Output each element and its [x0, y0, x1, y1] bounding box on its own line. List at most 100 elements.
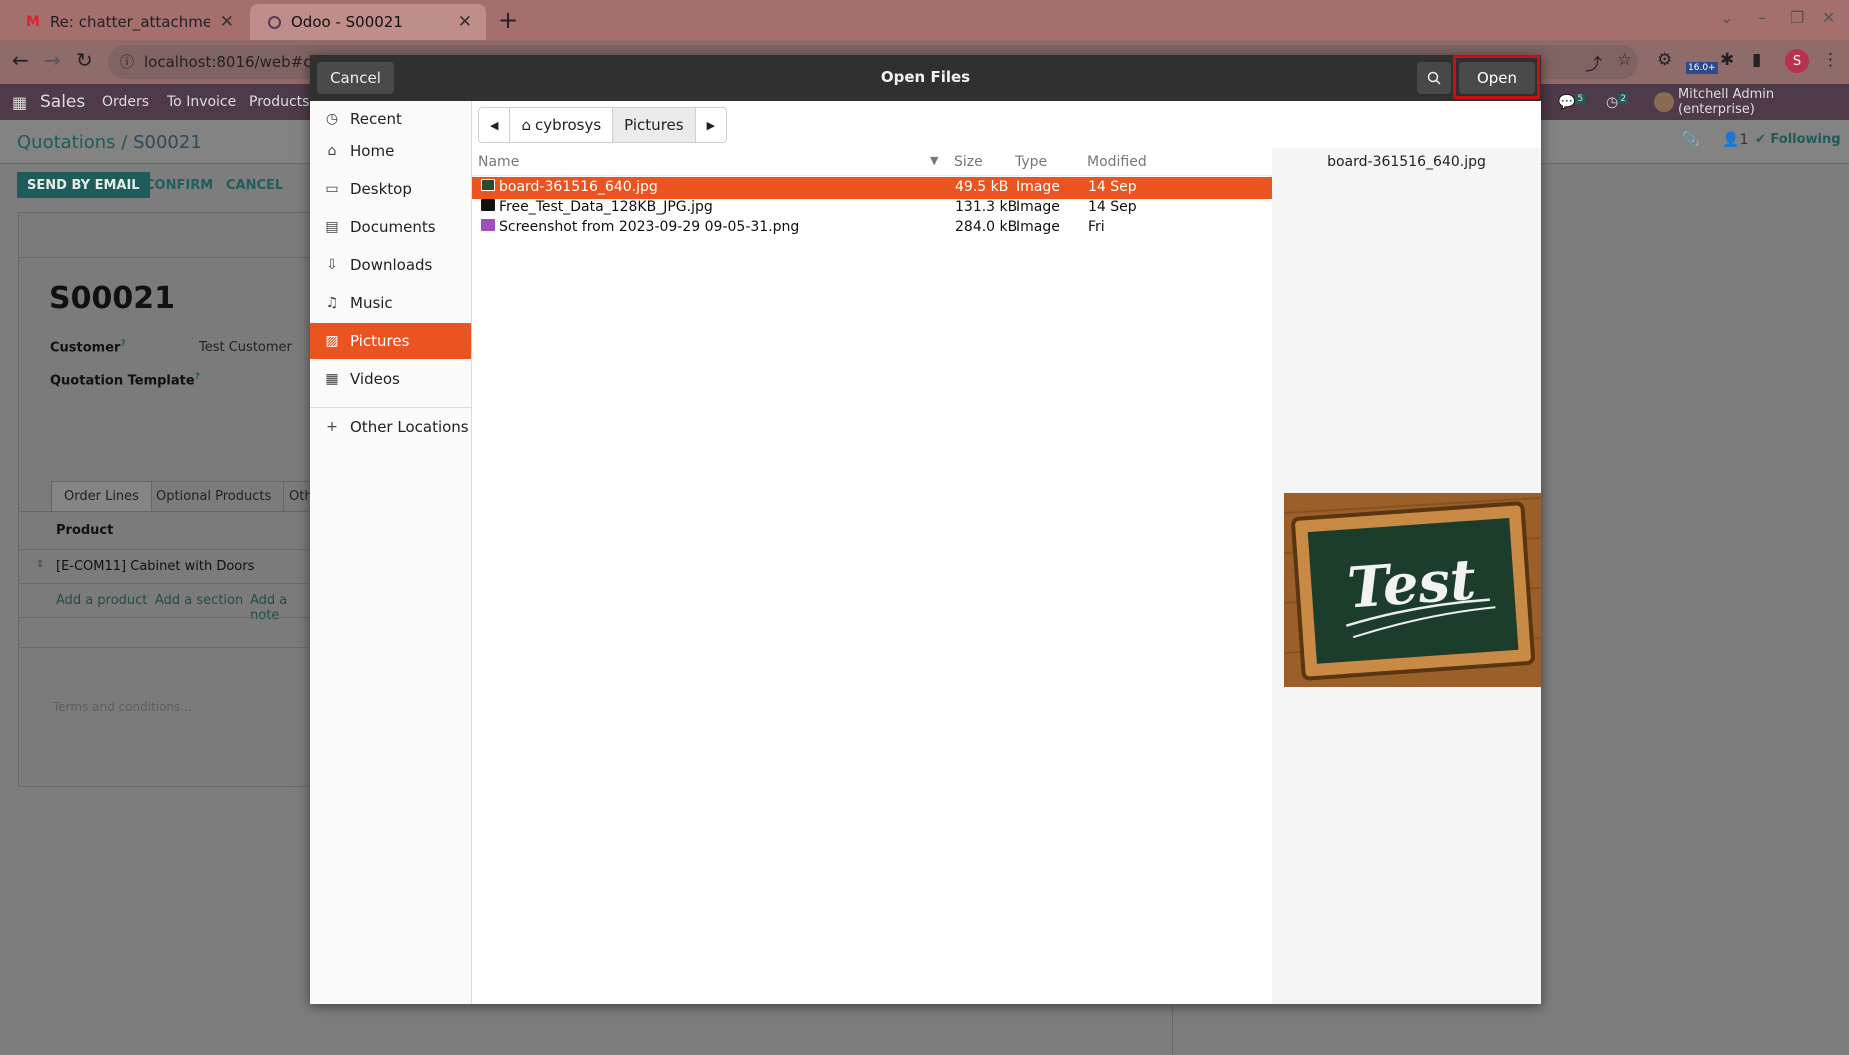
file-size: 284.0 kB	[955, 219, 1018, 235]
star-icon[interactable]: ☆	[1617, 50, 1632, 70]
profile-avatar[interactable]: S	[1785, 49, 1809, 73]
template-label: Quotation Template?	[50, 372, 200, 388]
sidebar-item-label: Music	[350, 294, 393, 312]
messages-icon[interactable]: 💬 5	[1558, 93, 1586, 110]
video-icon: ▦	[325, 371, 339, 387]
tab-optional-products[interactable]: Optional Products	[144, 481, 285, 511]
menu-orders[interactable]: Orders	[102, 94, 149, 110]
terms-field[interactable]: Terms and conditions...	[53, 700, 192, 714]
close-window-icon[interactable]: ✕	[1822, 8, 1835, 27]
file-modified: 14 Sep	[1088, 199, 1137, 215]
file-type: Image	[1016, 179, 1060, 195]
breadcrumb-quotations[interactable]: Quotations	[17, 132, 116, 153]
back-icon[interactable]: ←	[12, 48, 29, 72]
dialog-title: Open Files	[880, 68, 971, 86]
column-modified[interactable]: Modified	[1087, 154, 1147, 170]
file-name: board-361516_640.jpg	[499, 179, 658, 195]
browser-tab-odoo[interactable]: Odoo - S00021 ✕	[250, 4, 486, 40]
sidebar-item-videos[interactable]: ▦ Videos	[310, 361, 471, 397]
file-list-header: Name ▼ Size Type Modified	[472, 148, 1272, 176]
sidebar-item-home[interactable]: ⌂ Home	[310, 133, 471, 169]
share-icon[interactable]: ⤴	[1585, 50, 1602, 75]
activity-icon[interactable]: ◷ 2	[1606, 93, 1628, 110]
close-icon[interactable]: ✕	[458, 12, 472, 32]
extension-icon[interactable]: ⚙	[1657, 50, 1672, 70]
chevron-down-icon[interactable]: ⌄	[1720, 8, 1733, 27]
home-icon: ⌂	[521, 116, 531, 134]
more-icon[interactable]: ⋮	[1822, 50, 1839, 70]
file-row[interactable]: Free_Test_Data_128KB_JPG.jpg 131.3 kB Im…	[472, 197, 1272, 219]
user-name[interactable]: Mitchell Admin (enterprise)	[1678, 87, 1849, 117]
odoo-version-badge[interactable]: 16.0+	[1686, 62, 1718, 74]
forward-icon[interactable]: →	[44, 48, 61, 72]
restore-icon[interactable]: ❐	[1790, 8, 1804, 27]
plus-icon: +	[326, 419, 338, 435]
column-name[interactable]: Name	[478, 154, 519, 170]
followers-number: 1	[1739, 132, 1749, 148]
add-product-link[interactable]: Add a product	[56, 593, 147, 608]
help-mark: ?	[120, 339, 126, 349]
menu-to-invoice[interactable]: To Invoice	[167, 94, 236, 110]
path-forward-button[interactable]: ▶	[696, 108, 726, 142]
apps-grid-icon[interactable]: ▦	[12, 93, 27, 112]
breadcrumb-separator: /	[121, 132, 128, 153]
close-icon[interactable]: ✕	[220, 12, 234, 32]
sidepanel-icon[interactable]: ▮	[1752, 50, 1761, 70]
lines-header: Product	[19, 511, 317, 549]
sidebar-item-label: Documents	[350, 218, 436, 236]
file-size: 49.5 kB	[955, 179, 1009, 195]
product-line-name[interactable]: [E-COM11] Cabinet with Doors	[56, 559, 254, 574]
user-avatar[interactable]	[1654, 92, 1674, 112]
paperclip-icon[interactable]: 📎	[1682, 132, 1699, 148]
cancel-order-button[interactable]: CANCEL	[216, 172, 293, 198]
chevron-left-icon: ◀	[490, 118, 499, 132]
breadcrumb: Quotations / S00021	[17, 132, 202, 153]
chalkboard-picture: Test	[1284, 493, 1541, 687]
column-type[interactable]: Type	[1015, 154, 1047, 170]
empty-row	[19, 617, 317, 647]
table-row[interactable]: ⇕ [E-COM11] Cabinet with Doors	[19, 549, 317, 583]
sidebar-item-documents[interactable]: ▤ Documents	[310, 209, 471, 245]
drag-handle-icon[interactable]: ⇕	[36, 559, 44, 570]
search-icon	[1427, 71, 1441, 85]
followers-count[interactable]: 👤1	[1722, 132, 1748, 148]
following-button[interactable]: ✔ Following	[1755, 132, 1841, 147]
reload-icon[interactable]: ↻	[76, 48, 93, 72]
tab-order-lines[interactable]: Order Lines	[51, 481, 152, 511]
menu-products[interactable]: Products	[249, 94, 309, 110]
sort-down-icon[interactable]: ▼	[930, 154, 938, 167]
sidebar-item-downloads[interactable]: ⇩ Downloads	[310, 247, 471, 283]
puzzle-icon[interactable]: ✱	[1720, 50, 1734, 70]
add-section-link[interactable]: Add a section	[155, 593, 243, 608]
info-icon: ⓘ	[120, 55, 134, 71]
add-links-row: Add a product Add a section Add a note	[19, 583, 317, 623]
confirm-button[interactable]: CONFIRM	[135, 172, 223, 198]
dialog-search-button[interactable]	[1417, 62, 1451, 94]
file-row[interactable]: Screenshot from 2023-09-29 09-05-31.png …	[472, 217, 1272, 239]
file-modified: Fri	[1088, 219, 1105, 235]
new-tab-icon[interactable]: +	[498, 6, 518, 34]
minimize-icon[interactable]: –	[1758, 8, 1766, 27]
home-icon: ⌂	[327, 143, 337, 159]
preview-pane: board-361516_640.jpg Test	[1272, 148, 1541, 1004]
tab-title: Re: chatter_attachments	[49, 13, 210, 31]
sidebar-item-desktop[interactable]: ▭ Desktop	[310, 171, 471, 207]
sidebar-divider	[310, 407, 471, 408]
help-mark: ?	[194, 372, 200, 382]
sidebar-item-music[interactable]: ♫ Music	[310, 285, 471, 321]
app-name[interactable]: Sales	[40, 92, 85, 112]
sidebar-item-other-locations[interactable]: + Other Locations	[310, 409, 471, 445]
template-label-text: Quotation Template	[50, 373, 195, 389]
sidebar-item-recent[interactable]: ◷ Recent	[310, 101, 471, 137]
path-segment-home[interactable]: ⌂ cybrosys	[510, 108, 614, 142]
browser-tab-gmail[interactable]: M Re: chatter_attachments ✕	[8, 4, 248, 40]
sidebar-item-pictures[interactable]: ▨ Pictures	[310, 323, 471, 359]
send-by-email-button[interactable]: SEND BY EMAIL	[17, 172, 150, 198]
customer-value[interactable]: Test Customer	[199, 340, 292, 355]
file-row[interactable]: board-361516_640.jpg 49.5 kB Image 14 Se…	[472, 177, 1272, 199]
dialog-open-button[interactable]: Open	[1459, 62, 1535, 94]
path-back-button[interactable]: ◀	[479, 108, 511, 142]
column-size[interactable]: Size	[954, 154, 983, 170]
path-segment-pictures[interactable]: Pictures	[613, 108, 696, 142]
sheet-stripe	[19, 213, 317, 258]
